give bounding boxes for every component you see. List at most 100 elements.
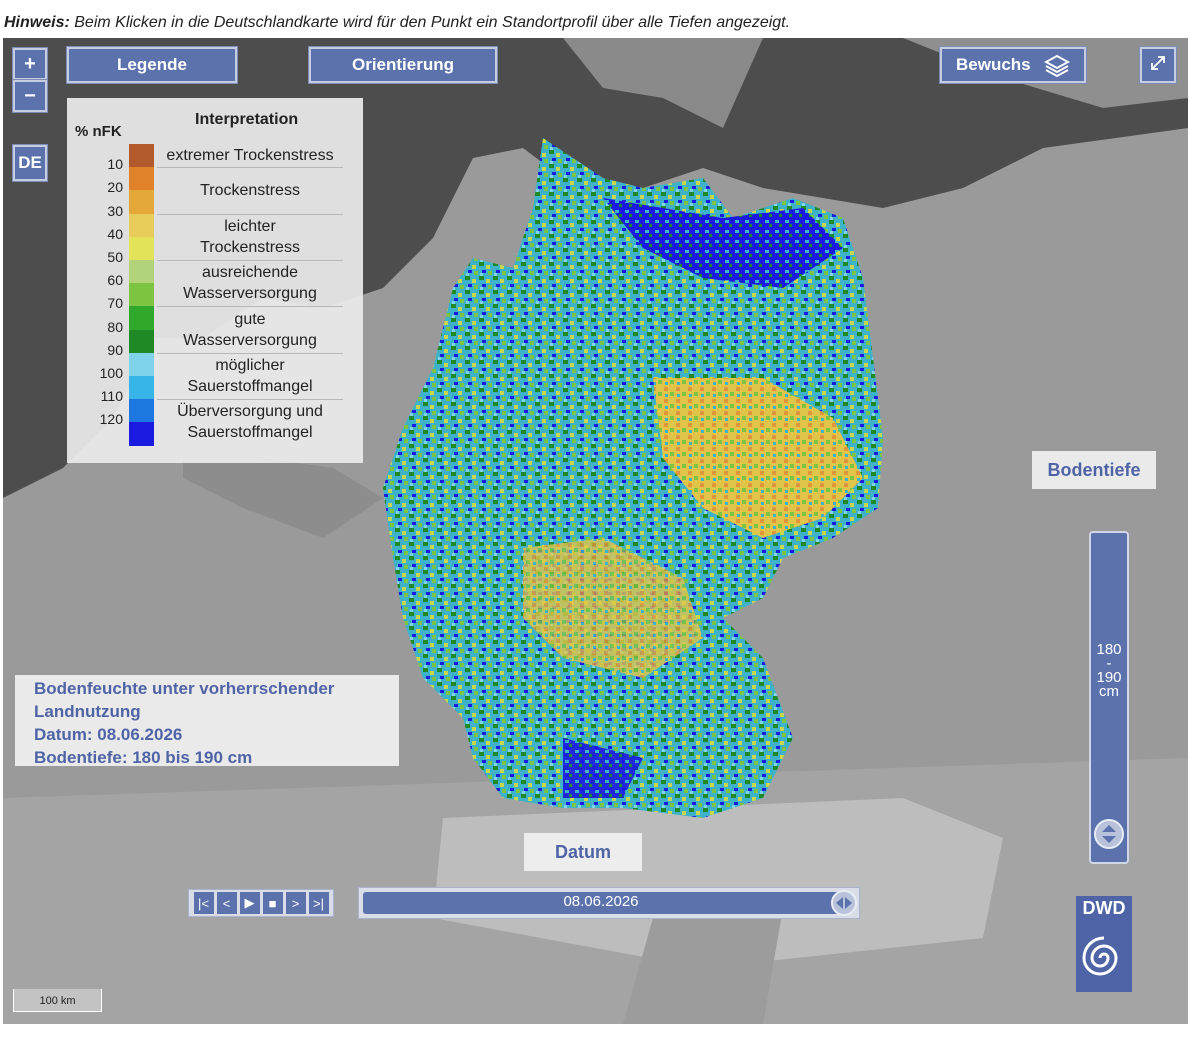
legend-swatch <box>129 213 154 238</box>
legend-tick-label: 120 <box>99 411 123 428</box>
info-line-3: Datum: 08.06.2026 <box>34 725 183 744</box>
legend-tick-label: 70 <box>107 295 123 312</box>
stop-button[interactable]: ■ <box>262 892 283 914</box>
date-value: 08.06.2026 <box>563 893 639 910</box>
left-right-icon <box>836 897 852 909</box>
legend-tick-label: 50 <box>107 249 123 265</box>
legend-tick-label: 10 <box>107 156 123 173</box>
legend-panel: % nFK Interpretation 10 20 30 40 50 60 70 80 90 1… <box>67 98 363 463</box>
legend-class-line: Sauerstoffmangel <box>187 424 313 442</box>
legend-class-label: extremer Trockenstress <box>155 145 345 166</box>
region-button[interactable]: DE <box>13 145 47 181</box>
legend-tick-label: 40 <box>107 225 123 242</box>
stop-icon: ■ <box>268 895 277 911</box>
depth-title: Bodentiefe <box>1032 451 1156 489</box>
legend-swatch <box>129 352 154 377</box>
legend-class-line: Sauerstoffmangel <box>187 378 313 395</box>
depth-value: 180 - 190 cm <box>1091 642 1127 700</box>
legend-separator <box>157 260 343 261</box>
layer-button-label: Bewuchs <box>956 55 1031 74</box>
legend-unit-header: % nFK <box>75 123 122 140</box>
legend-swatch <box>129 283 154 307</box>
legend-separator <box>157 306 343 308</box>
legend-swatch <box>129 329 154 354</box>
depth-value-unit: cm <box>1099 683 1119 700</box>
legend-tick-label: 60 <box>107 272 123 289</box>
playback-controls: |< < ▶ ■ > >| <box>188 889 334 917</box>
legend-swatch <box>129 422 154 447</box>
map-view[interactable]: + − DE Legende Orientierung Bewuchs % nF… <box>3 38 1188 1024</box>
next-frame-button[interactable]: > <box>285 892 306 914</box>
last-frame-button[interactable]: >| <box>308 892 329 914</box>
scale-bar: 100 km <box>13 989 102 1012</box>
up-down-icon <box>1102 825 1116 843</box>
layer-button[interactable]: Bewuchs <box>940 47 1086 83</box>
hint-text: Hinweis: Beim Klicken in die Deutschland… <box>4 14 790 32</box>
first-icon: |< <box>198 895 209 911</box>
play-icon: ▶ <box>244 895 255 910</box>
zoom-in-button[interactable]: + <box>13 48 47 80</box>
prev-icon: < <box>222 895 231 911</box>
legend-class-line: leichter <box>224 217 276 235</box>
legend-class-label: leichter Trockenstress <box>155 216 345 258</box>
legend-class-label: Überversorgung und Sauerstoffmangel <box>155 401 345 443</box>
legend-separator <box>157 213 343 215</box>
info-line-1: Bodenfeuchte unter vorherrschender <box>34 679 335 698</box>
legend-button[interactable]: Legende <box>67 47 237 83</box>
legend-swatch <box>129 306 154 331</box>
legend-swatch <box>129 190 154 215</box>
legend-swatch <box>129 260 154 284</box>
zoom-out-button[interactable]: − <box>13 80 47 112</box>
legend-class-line: extremer Trockenstress <box>166 147 334 165</box>
legend-class-line: möglicher <box>215 357 285 374</box>
legend-swatch <box>129 144 154 168</box>
legend-class-label: Trockenstress <box>155 180 345 201</box>
depth-slider-handle[interactable] <box>1094 819 1124 849</box>
legend-class-label: ausreichende Wasserversorgung <box>155 262 345 304</box>
legend-separator <box>157 399 343 401</box>
legend-separator <box>157 167 343 169</box>
layers-icon <box>1043 54 1071 83</box>
legend-tick-label: 110 <box>100 388 123 405</box>
legend-interpretation-header: Interpretation <box>195 111 299 128</box>
legend-class-line: gute <box>234 310 266 328</box>
legend-tick-label: 80 <box>107 318 123 335</box>
legend-swatch <box>129 236 154 261</box>
legend-class-line: ausreichende <box>201 264 299 282</box>
info-box: Bodenfeuchte unter vorherrschender Landn… <box>15 675 399 767</box>
legend-class-line: Trockenstress <box>200 238 300 256</box>
fullscreen-button[interactable] <box>1140 47 1176 83</box>
legend-tick-label: 100 <box>99 365 123 381</box>
play-button[interactable]: ▶ <box>239 892 260 914</box>
hint-body: Beim Klicken in die Deutschlandkarte wir… <box>69 14 791 31</box>
legend-tick-label: 90 <box>107 341 123 358</box>
dwd-swirl-icon <box>1082 936 1118 976</box>
legend-class-label: möglicher Sauerstoffmangel <box>155 355 345 397</box>
legend-class-line: Wasserversorgung <box>183 331 317 349</box>
legend-separator <box>157 352 343 354</box>
legend-swatch <box>129 399 154 423</box>
date-title: Datum <box>524 833 642 871</box>
legend-class-label: gute Wasserversorgung <box>155 309 345 351</box>
hint-label: Hinweis: <box>4 14 70 31</box>
next-icon: > <box>291 895 300 911</box>
previous-frame-button[interactable]: < <box>216 892 237 914</box>
date-slider[interactable]: 08.06.2026 <box>358 887 860 919</box>
legend-tick-label: 30 <box>107 202 123 219</box>
depth-slider[interactable]: 180 - 190 cm <box>1089 531 1129 864</box>
legend-class-line: Wasserversorgung <box>183 285 317 303</box>
dwd-logo[interactable]: DWD <box>1076 896 1132 992</box>
last-icon: >| <box>313 895 324 911</box>
info-line-4: Bodentiefe: 180 bis 190 cm <box>34 748 253 767</box>
info-line-2: Landnutzung <box>34 702 141 721</box>
dwd-logo-text: DWD <box>1082 898 1126 918</box>
legend-tick-label: 20 <box>107 179 123 196</box>
legend-class-line: Überversorgung und <box>177 403 323 421</box>
expand-icon <box>1149 54 1167 77</box>
first-frame-button[interactable]: |< <box>193 892 214 914</box>
date-slider-handle[interactable] <box>831 890 857 916</box>
legend-swatch <box>129 167 154 191</box>
legend-swatch <box>129 376 154 400</box>
orientation-button[interactable]: Orientierung <box>309 47 497 83</box>
legend-class-line: Trockenstress <box>200 181 300 199</box>
